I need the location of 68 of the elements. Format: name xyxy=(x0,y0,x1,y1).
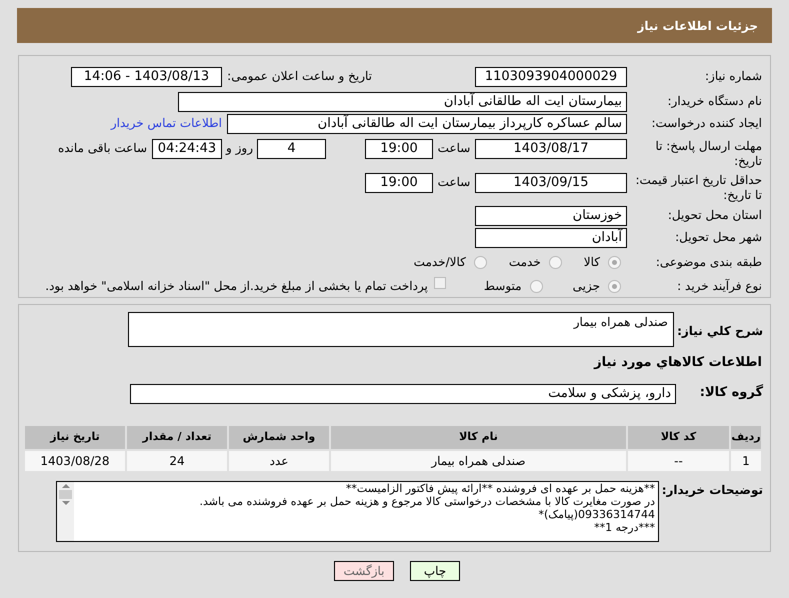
notes-line: **هزینه حمل بر عهده ای فروشنده **ارائه پیش فاکتور الزامیست** xyxy=(344,482,655,495)
field-label: ساعت xyxy=(436,174,472,191)
input-field[interactable]: 1103093904000029 xyxy=(475,67,627,87)
input-field[interactable]: 19:00 xyxy=(365,139,433,159)
input-field[interactable]: آبادان xyxy=(475,228,627,248)
notes-box[interactable]: **هزینه حمل بر عهده ای فروشنده **ارائه پیش فاکتور الزامیست** در صورت مغایرت کالا با مشخصات درخواستی کالا مرجوع و هزینه حمل بر عهده فروشنده می باشد. 09336314744(پیامک)* ***درجه 1** xyxy=(56,481,659,542)
table-cell: 24 xyxy=(126,450,228,472)
field-label: ساعت xyxy=(436,140,472,157)
input-field[interactable]: 19:00 xyxy=(365,173,433,193)
back-button[interactable]: بازگشت xyxy=(334,561,394,581)
column-header: واحد شمارش xyxy=(228,425,330,450)
radio-button[interactable] xyxy=(548,256,562,268)
field-label: گروه کالا: xyxy=(698,384,763,402)
field-label: جزیی xyxy=(572,278,600,295)
summary-box[interactable]: صندلی همراه بیمار xyxy=(128,312,674,347)
table-cell: صندلی همراه بیمار xyxy=(330,450,627,472)
scroll-down-icon xyxy=(62,501,70,505)
scroll-thumb xyxy=(59,490,72,499)
field-label: استان محل تحویل: xyxy=(666,207,762,224)
table-cell: عدد xyxy=(228,450,330,472)
input-field[interactable]: سالم عساکره کارپرداز بیمارستان ایت اله طالقانی آبادان xyxy=(227,114,627,134)
section-title: اطلاعات کالاهاي مورد نیاز xyxy=(594,354,762,372)
contact-link[interactable]: اطلاعات تماس خریدار xyxy=(110,114,222,132)
field-label: ساعت باقی مانده xyxy=(56,140,148,157)
input-field[interactable]: خوزستان xyxy=(475,206,627,226)
page-title: جزئیات اطلاعات نیاز xyxy=(637,18,758,34)
field-label: پرداخت تمام یا بخشی از مبلغ خرید.از محل "اسناد خزانه اسلامی" خواهد بود. xyxy=(45,278,428,295)
field-label: شرح کلي نیاز: xyxy=(676,323,763,340)
column-header: تاریخ نیاز xyxy=(24,425,126,450)
countdown-field[interactable]: 04:24:43 xyxy=(152,139,222,159)
column-header: ردیف xyxy=(730,425,762,450)
column-header: کد کالا xyxy=(627,425,730,450)
table-cell: -- xyxy=(627,450,730,472)
field-label: کالا xyxy=(584,254,600,271)
checkbox[interactable] xyxy=(434,277,446,289)
field-label: نوع فرآیند خرید : xyxy=(676,278,762,295)
field-label: کالا/خدمت xyxy=(414,254,466,271)
input-field[interactable]: 4 xyxy=(257,139,326,159)
print-button[interactable]: چاپ xyxy=(410,561,460,581)
radio-button[interactable] xyxy=(474,256,487,268)
field-label: حداقل تاریخ اعتبار قیمت: تا تاریخ: xyxy=(634,173,762,203)
radio-button[interactable] xyxy=(608,256,621,268)
field-label: ایجاد کننده درخواست: xyxy=(650,115,762,132)
notes-line: در صورت مغایرت کالا با مشخصات درخواستی کالا مرجوع و هزینه حمل بر عهده فروشنده می باشد. xyxy=(198,495,655,508)
input-field[interactable]: بیمارستان ایت اله طالقانی آبادان xyxy=(178,92,627,112)
notes-line: ***درجه 1** xyxy=(593,521,655,534)
input-field[interactable]: 1403/08/17 xyxy=(475,139,627,159)
summary-text: صندلی همراه بیمار xyxy=(574,315,668,329)
table-cell: 1403/08/28 xyxy=(24,450,126,472)
input-field[interactable]: دارو، پزشکی و سلامت xyxy=(130,384,676,404)
field-label: شهر محل تحویل: xyxy=(674,229,762,246)
column-header: تعداد / مقدار xyxy=(126,425,228,450)
field-label: تاریخ و ساعت اعلان عمومی: xyxy=(226,68,372,85)
notes-line: 09336314744(پیامک)* xyxy=(537,508,655,521)
radio-button[interactable] xyxy=(608,280,621,292)
field-label: توضیحات خریدار: xyxy=(660,482,763,499)
field-label: خدمت xyxy=(508,254,541,271)
table-cell: 1 xyxy=(730,450,762,472)
column-header: نام کالا xyxy=(330,425,627,450)
field-label: روز و xyxy=(224,140,254,157)
field-label: مهلت ارسال پاسخ: تا تاریخ: xyxy=(654,139,762,169)
field-label: نام دستگاه خریدار: xyxy=(666,93,762,110)
field-label: طبقه بندی موضوعی: xyxy=(654,254,762,271)
field-label: متوسط xyxy=(484,278,522,295)
radio-button[interactable] xyxy=(530,280,543,292)
input-field[interactable]: 1403/08/13 - 14:06 xyxy=(71,67,222,87)
field-label: شماره نیاز: xyxy=(704,68,762,85)
input-field[interactable]: 1403/09/15 xyxy=(475,173,627,193)
